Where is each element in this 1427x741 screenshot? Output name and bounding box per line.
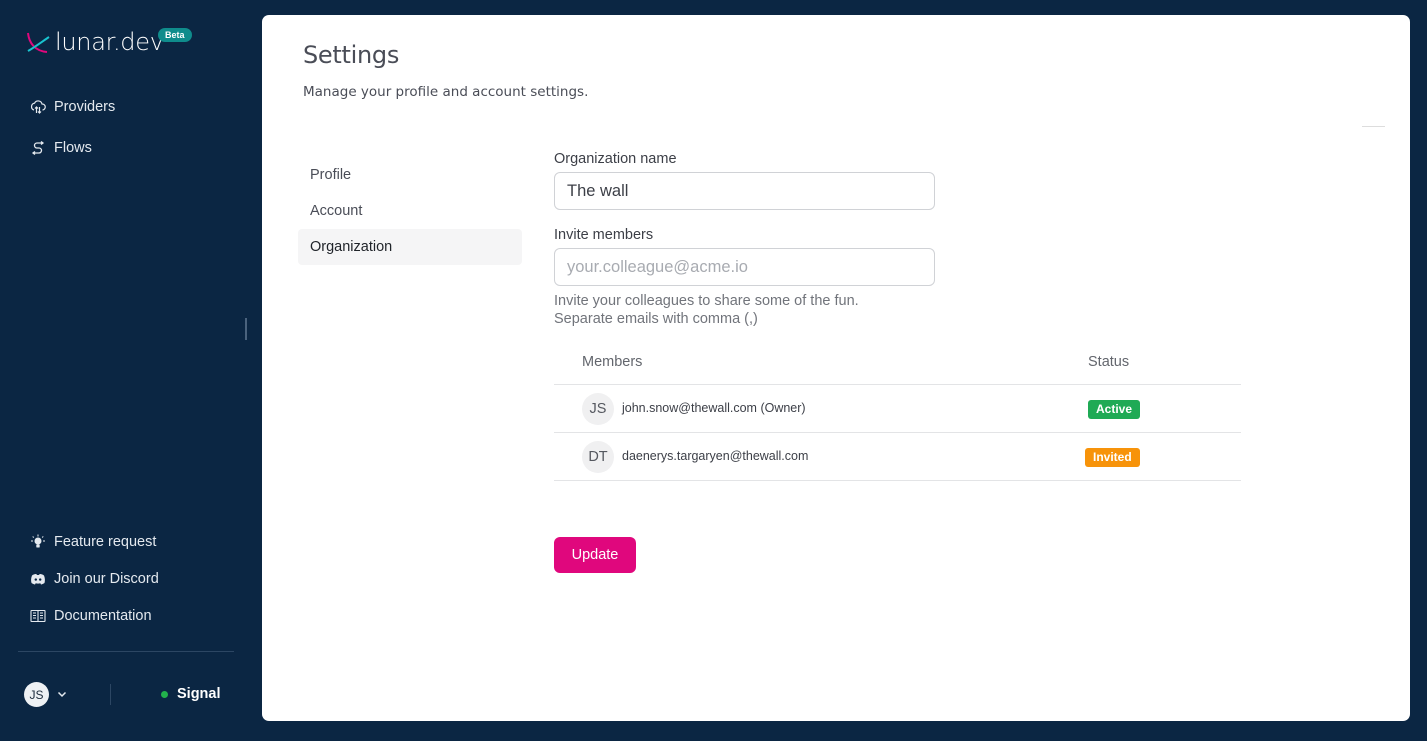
settings-panel: Settings Manage your profile and account… bbox=[262, 15, 1410, 721]
invite-members-input[interactable] bbox=[554, 248, 935, 286]
signal-status[interactable]: Signal bbox=[161, 686, 221, 702]
user-avatar[interactable]: JS bbox=[24, 682, 49, 707]
link-label: Documentation bbox=[54, 608, 152, 624]
decorative-line bbox=[1362, 126, 1385, 127]
update-button[interactable]: Update bbox=[554, 537, 636, 573]
status-badge-invited: Invited bbox=[1085, 448, 1140, 467]
footer-separator bbox=[110, 684, 111, 705]
page-subtitle: Manage your profile and account settings… bbox=[303, 84, 589, 100]
sidebar-resize-handle[interactable] bbox=[245, 318, 247, 340]
flow-icon bbox=[30, 140, 46, 156]
sidebar-item-label: Providers bbox=[54, 99, 116, 115]
book-icon bbox=[30, 608, 46, 624]
member-email: daenerys.targaryen@thewall.com bbox=[622, 449, 809, 463]
column-header-members: Members bbox=[582, 354, 643, 370]
status-dot-icon bbox=[161, 690, 168, 698]
sidebar-item-providers[interactable]: Providers bbox=[30, 99, 115, 115]
invite-members-label: Invite members bbox=[554, 227, 654, 243]
feature-request-link[interactable]: Feature request bbox=[30, 534, 156, 550]
org-name-label: Organization name bbox=[554, 151, 677, 167]
link-label: Join our Discord bbox=[54, 571, 159, 587]
tab-organization[interactable]: Organization bbox=[298, 229, 522, 265]
invite-help-text-2: Separate emails with comma (,) bbox=[554, 311, 758, 327]
sidebar-item-label: Flows bbox=[54, 140, 92, 156]
page-title: Settings bbox=[303, 41, 400, 69]
column-header-status: Status bbox=[1088, 354, 1130, 370]
discord-icon bbox=[30, 571, 46, 587]
documentation-link[interactable]: Documentation bbox=[30, 608, 152, 624]
sidebar-divider bbox=[18, 651, 234, 652]
status-badge-active: Active bbox=[1088, 400, 1141, 419]
chevron-down-icon[interactable] bbox=[56, 688, 68, 700]
organization-form: Organization name Invite members Invite … bbox=[554, 151, 1244, 328]
lightbulb-icon bbox=[30, 534, 46, 550]
brand-name: lunar.dev bbox=[55, 28, 164, 56]
invite-help-text-1: Invite your colleagues to share some of … bbox=[554, 293, 859, 309]
sidebar: lunar.dev Beta Providers Flows Feature r… bbox=[0, 0, 262, 741]
sidebar-item-flows[interactable]: Flows bbox=[30, 140, 92, 156]
settings-tabs: Profile Account Organization bbox=[298, 157, 522, 265]
members-table: Members Status JS john.snow@thewall.com … bbox=[554, 354, 1241, 481]
org-name-input[interactable] bbox=[554, 172, 935, 210]
tab-profile[interactable]: Profile bbox=[298, 157, 522, 193]
member-avatar: JS bbox=[582, 393, 614, 425]
signal-label: Signal bbox=[177, 686, 221, 702]
beta-badge: Beta bbox=[158, 28, 192, 42]
member-avatar: DT bbox=[582, 441, 614, 473]
table-row: DT daenerys.targaryen@thewall.com Invite… bbox=[554, 433, 1241, 481]
logo[interactable]: lunar.dev bbox=[25, 28, 164, 56]
cloud-transfer-icon bbox=[30, 99, 46, 115]
table-row: JS john.snow@thewall.com (Owner) Active bbox=[554, 385, 1241, 433]
tab-account[interactable]: Account bbox=[298, 193, 522, 229]
lunar-logo-icon bbox=[27, 32, 50, 53]
link-label: Feature request bbox=[54, 534, 157, 550]
member-email: john.snow@thewall.com (Owner) bbox=[622, 401, 806, 415]
table-header: Members Status bbox=[554, 354, 1241, 385]
discord-link[interactable]: Join our Discord bbox=[30, 571, 159, 587]
